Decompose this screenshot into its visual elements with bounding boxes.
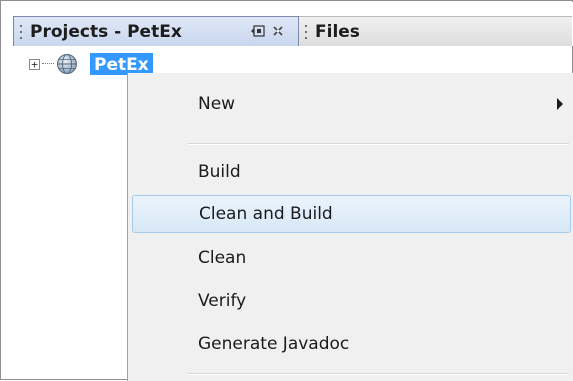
menu-item-build[interactable]: Build: [132, 153, 571, 191]
close-tab-icon[interactable]: [272, 25, 284, 40]
tree-connector: [42, 63, 54, 65]
menu-item-label: Generate Javadoc: [198, 334, 350, 354]
tab-label: Projects - PetEx: [30, 21, 182, 42]
tab-projects[interactable]: Projects - PetEx: [13, 16, 299, 46]
menu-item-label: Build: [198, 162, 241, 182]
tab-label: Files: [315, 21, 360, 42]
web-project-globe-icon: [56, 53, 78, 75]
menu-item-generate-javadoc[interactable]: Generate Javadoc: [132, 325, 571, 363]
menu-item-label: Clean: [198, 248, 247, 268]
projects-panel: Projects - PetEx Files + PetEx New Build…: [0, 0, 573, 381]
minimize-window-icon[interactable]: [250, 24, 266, 41]
node-label[interactable]: PetEx: [90, 53, 153, 75]
menu-item-label: New: [198, 94, 236, 114]
expand-icon[interactable]: +: [29, 58, 40, 70]
drag-grip-icon[interactable]: [303, 22, 309, 41]
menu-item-clean-and-build[interactable]: Clean and Build: [132, 195, 571, 233]
menu-item-label: Clean and Build: [199, 204, 333, 224]
tab-controls: [250, 24, 284, 41]
tab-bar: Projects - PetEx Files: [2, 2, 573, 46]
menu-item-new[interactable]: New: [132, 85, 571, 123]
menu-item-verify[interactable]: Verify: [132, 282, 571, 320]
menu-separator: [188, 143, 569, 145]
menu-item-clean[interactable]: Clean: [132, 239, 571, 277]
drag-grip-icon[interactable]: [18, 22, 24, 41]
menu-separator: [188, 373, 569, 375]
tab-files[interactable]: Files: [299, 16, 572, 46]
submenu-arrow-icon: [557, 98, 563, 110]
menu-item-label: Verify: [198, 291, 247, 311]
context-menu: New Build Clean and Build Clean Verify G…: [127, 73, 573, 381]
